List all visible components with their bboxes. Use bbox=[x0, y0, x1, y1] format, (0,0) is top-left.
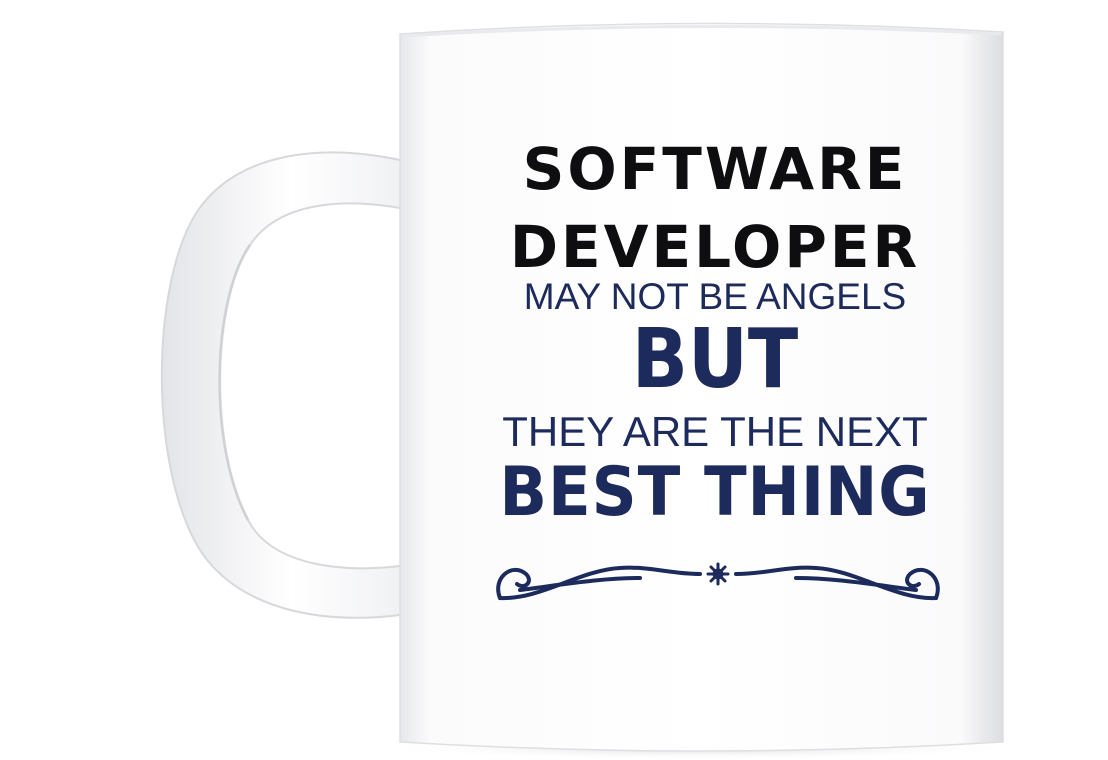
product-photo: SOFTWARE DEVELOPER MAY NOT BE ANGELS BUT… bbox=[0, 0, 1108, 760]
headline-software: SOFTWARE bbox=[522, 135, 908, 203]
mug-print-text: SOFTWARE DEVELOPER MAY NOT BE ANGELS BUT… bbox=[470, 140, 960, 527]
tagline-they-are-the-next: THEY ARE THE NEXT bbox=[502, 408, 928, 455]
tagline-may-not-be-angels: MAY NOT BE ANGELS bbox=[523, 276, 907, 317]
mug-handle bbox=[160, 151, 421, 619]
headline-developer: DEVELOPER bbox=[509, 213, 921, 281]
tagline-but: BUT bbox=[631, 312, 799, 407]
tagline-best-thing: BEST THING bbox=[499, 453, 931, 532]
